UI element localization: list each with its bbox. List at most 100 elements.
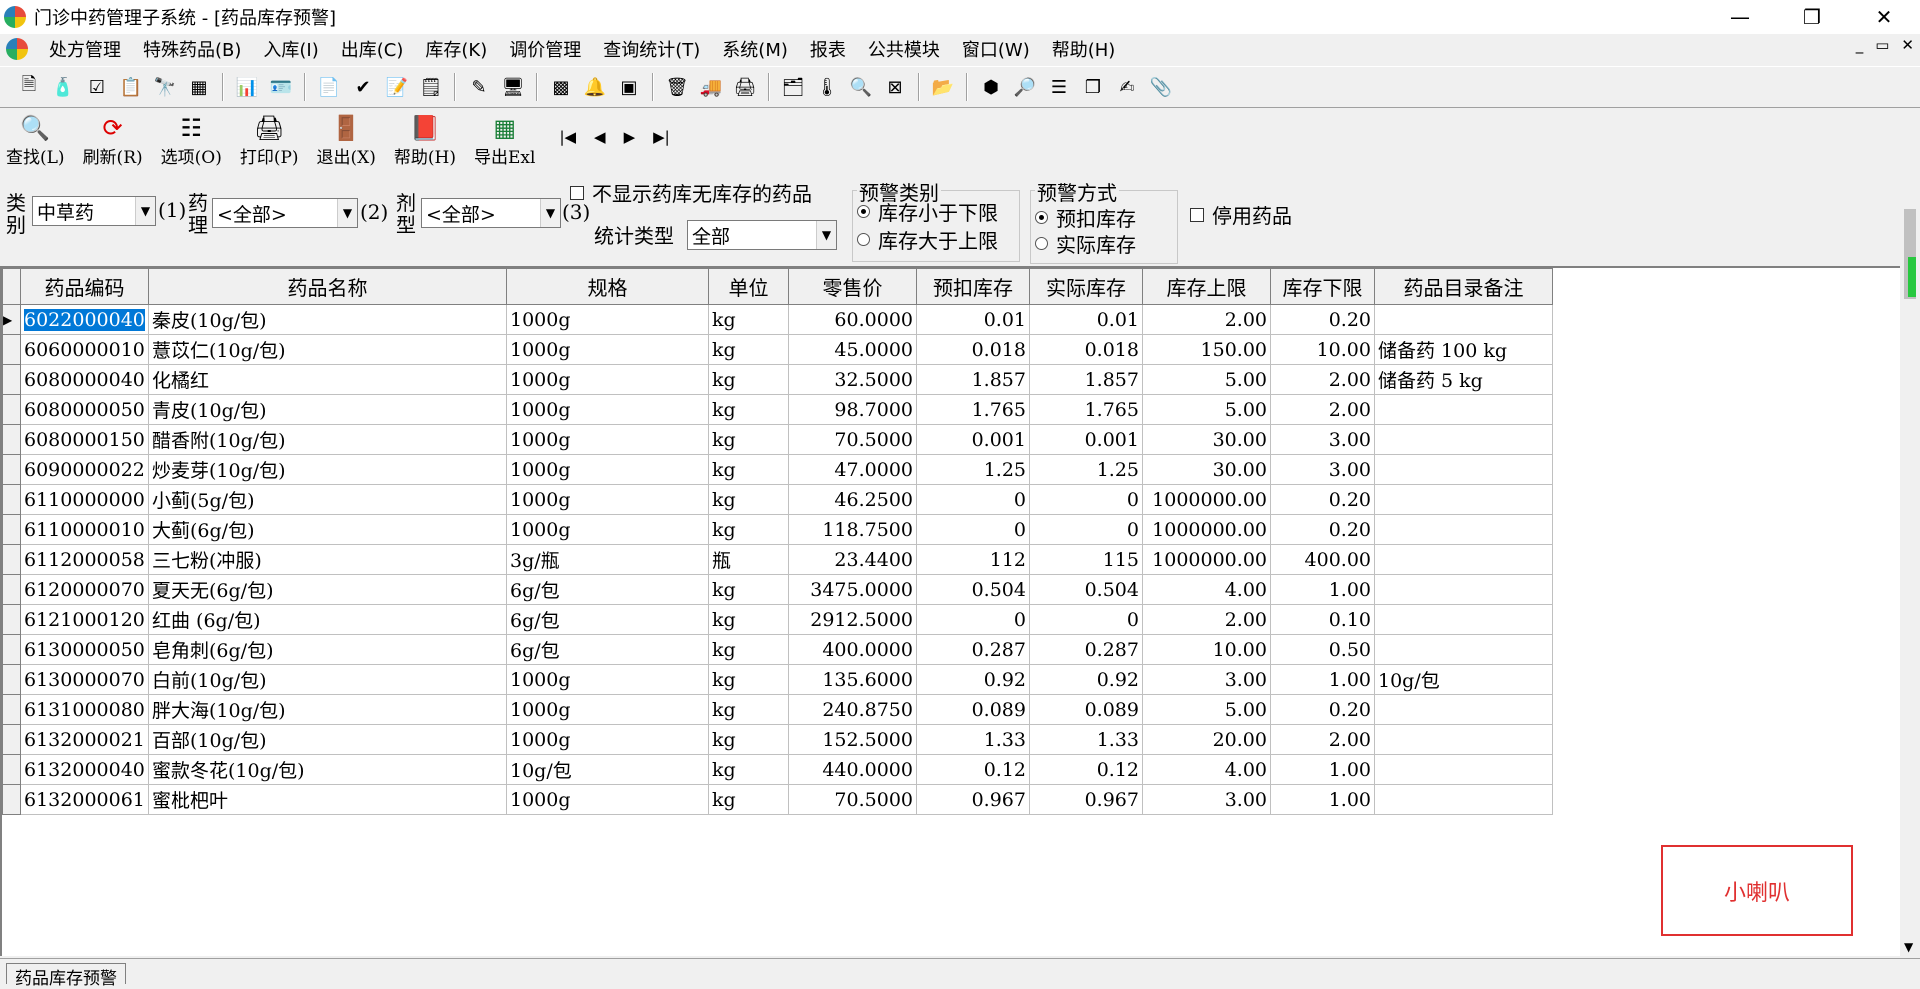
table-cell[interactable]: 青皮(10g/包)	[148, 394, 507, 425]
refresh-button[interactable]: ⟳ 刷新(R)	[83, 115, 143, 172]
table-cell[interactable]	[1374, 784, 1553, 815]
table-row[interactable]: ▶ 6022000040 秦皮(10g/包) 1000g kg 60.0000 0.01 0.…	[2, 304, 1553, 335]
table-cell[interactable]: 240.8750	[788, 694, 917, 725]
menu-help[interactable]: 帮助(H)	[1041, 36, 1127, 62]
table-row[interactable]: 6132000040 蜜款冬花(10g/包) 10g/包 kg 440.0000 0.12…	[2, 754, 1553, 785]
binoculars-icon[interactable]: 🔭	[153, 75, 177, 99]
table-cell[interactable]: 瓶	[708, 544, 789, 575]
table-cell[interactable]: 0.018	[916, 334, 1030, 365]
next-record-button[interactable]: ▶	[624, 128, 636, 146]
table-cell[interactable]: 0	[1029, 514, 1143, 545]
table-cell[interactable]: 3.00	[1270, 454, 1375, 485]
search-icon[interactable]: 🔎	[1013, 75, 1037, 99]
table-cell[interactable]: 1000g	[506, 694, 709, 725]
table-cell[interactable]: 百部(10g/包)	[148, 724, 507, 755]
table-cell[interactable]: 0	[916, 484, 1030, 515]
menu-query-stats[interactable]: 查询统计(T)	[592, 36, 711, 62]
table-cell[interactable]: 6g/包	[506, 604, 709, 635]
disabled-drug-checkbox[interactable]: 停用药品	[1190, 200, 1292, 229]
table-cell[interactable]: 4.00	[1142, 754, 1271, 785]
table-cell[interactable]: 0	[916, 514, 1030, 545]
menu-special-drugs[interactable]: 特殊药品(B)	[132, 36, 252, 62]
table-cell[interactable]: kg	[708, 574, 789, 605]
table-cell[interactable]: 6121000120	[20, 604, 149, 635]
chevron-down-icon[interactable]: ▼	[816, 221, 836, 249]
table-cell[interactable]: 0.001	[916, 424, 1030, 455]
table-cell[interactable]: 45.0000	[788, 334, 917, 365]
table-cell[interactable]: 2.00	[1270, 364, 1375, 395]
table-cell[interactable]: 0	[1029, 484, 1143, 515]
table-cell[interactable]: 1000g	[506, 394, 709, 425]
chevron-down-icon[interactable]: ▼	[135, 197, 155, 225]
table-cell[interactable]: 47.0000	[788, 454, 917, 485]
table-cell[interactable]: kg	[708, 664, 789, 695]
prev-record-button[interactable]: ◀	[594, 128, 606, 146]
col-code[interactable]: 药品编码	[20, 268, 149, 305]
chart-icon[interactable]: 📊	[235, 75, 259, 99]
chip-icon[interactable]: ▣	[617, 75, 641, 99]
col-prededucted[interactable]: 预扣库存	[916, 268, 1030, 305]
table-cell[interactable]: 1.25	[916, 454, 1030, 485]
table-cell[interactable]: 1.00	[1270, 664, 1375, 695]
table-cell[interactable]: 0.92	[1029, 664, 1143, 695]
row-indicator[interactable]	[2, 634, 21, 665]
table-cell[interactable]: 135.6000	[788, 664, 917, 695]
col-name[interactable]: 药品名称	[148, 268, 507, 305]
table-cell[interactable]: 60.0000	[788, 304, 917, 335]
table-cell[interactable]: kg	[708, 514, 789, 545]
table-cell[interactable]: 皂角刺(6g/包)	[148, 634, 507, 665]
table-cell[interactable]: 6080000040	[20, 364, 149, 395]
table-cell[interactable]: 0.089	[1029, 694, 1143, 725]
table-cell[interactable]: 蜜款冬花(10g/包)	[148, 754, 507, 785]
col-lower[interactable]: 库存下限	[1270, 268, 1375, 305]
table-cell[interactable]: 70.5000	[788, 424, 917, 455]
table-cell[interactable]	[1374, 694, 1553, 725]
table-row[interactable]: 6090000022 炒麦芽(10g/包) 1000g kg 47.0000 1.25 1.…	[2, 454, 1553, 485]
table-cell[interactable]: 152.5000	[788, 724, 917, 755]
table-cell[interactable]	[1374, 514, 1553, 545]
table-cell[interactable]: 46.2500	[788, 484, 917, 515]
menu-public[interactable]: 公共模块	[857, 36, 951, 62]
table-cell[interactable]: 0.018	[1029, 334, 1143, 365]
row-indicator[interactable]	[2, 604, 21, 635]
table-cell[interactable]: 6g/包	[506, 634, 709, 665]
table-cell[interactable]: 1000g	[506, 304, 709, 335]
document-icon[interactable]: 🗎	[17, 74, 41, 99]
table-row[interactable]: 6080000050 青皮(10g/包) 1000g kg 98.7000 1.765 1.…	[2, 394, 1553, 425]
table-row[interactable]: 6060000010 薏苡仁(10g/包) 1000g kg 45.0000 0.018 0…	[2, 334, 1553, 365]
table-cell[interactable]: kg	[708, 304, 789, 335]
options-button[interactable]: ☷ 选项(O)	[161, 115, 222, 172]
table-cell[interactable]: 0.967	[1029, 784, 1143, 815]
table-row[interactable]: 6112000058 三七粉(冲服) 3g/瓶瓶 23.4400 112 115 10000…	[2, 544, 1553, 575]
table-cell[interactable]: 10.00	[1142, 634, 1271, 665]
exit-button[interactable]: 🚪 退出(X)	[317, 115, 376, 172]
pharm-select[interactable]: <全部> ▼	[212, 198, 358, 228]
table-cell[interactable]: 98.7000	[788, 394, 917, 425]
table-cell[interactable]: 1000g	[506, 454, 709, 485]
table-cell[interactable]	[1374, 604, 1553, 635]
table-cell[interactable]: 2.00	[1270, 394, 1375, 425]
table-cell[interactable]	[1374, 574, 1553, 605]
table-cell[interactable]: 6080000050	[20, 394, 149, 425]
database-icon[interactable]: ▦	[187, 75, 211, 99]
help-button[interactable]: 📕 帮助(H)	[394, 115, 456, 172]
minimize-button[interactable]: —	[1704, 0, 1776, 34]
table-cell[interactable]: 115	[1029, 544, 1143, 575]
windows-icon[interactable]: ❐	[1081, 75, 1105, 99]
table-row[interactable]: 6120000070 夏天无(6g/包) 6g/包 kg 3475.0000 0.504 0…	[2, 574, 1553, 605]
table-cell[interactable]: 1000g	[506, 784, 709, 815]
row-indicator[interactable]	[2, 334, 21, 365]
table-cell[interactable]: 0.20	[1270, 304, 1375, 335]
print-icon[interactable]: 🖨	[733, 75, 757, 99]
table-cell[interactable]: 400.00	[1270, 544, 1375, 575]
table-cell[interactable]: 6110000000	[20, 484, 149, 515]
table-cell[interactable]: 10g/包	[1374, 664, 1553, 695]
table-cell[interactable]	[1374, 484, 1553, 515]
row-indicator[interactable]	[2, 754, 21, 785]
stat-type-select[interactable]: 全部 ▼	[687, 220, 837, 250]
table-cell[interactable]: 30.00	[1142, 454, 1271, 485]
menu-stock-out[interactable]: 出库(C)	[330, 36, 415, 62]
menu-stock-in[interactable]: 入库(I)	[252, 36, 329, 62]
table-cell[interactable]	[1374, 304, 1553, 335]
mdi-restore-button[interactable]: ▭	[1875, 36, 1889, 54]
